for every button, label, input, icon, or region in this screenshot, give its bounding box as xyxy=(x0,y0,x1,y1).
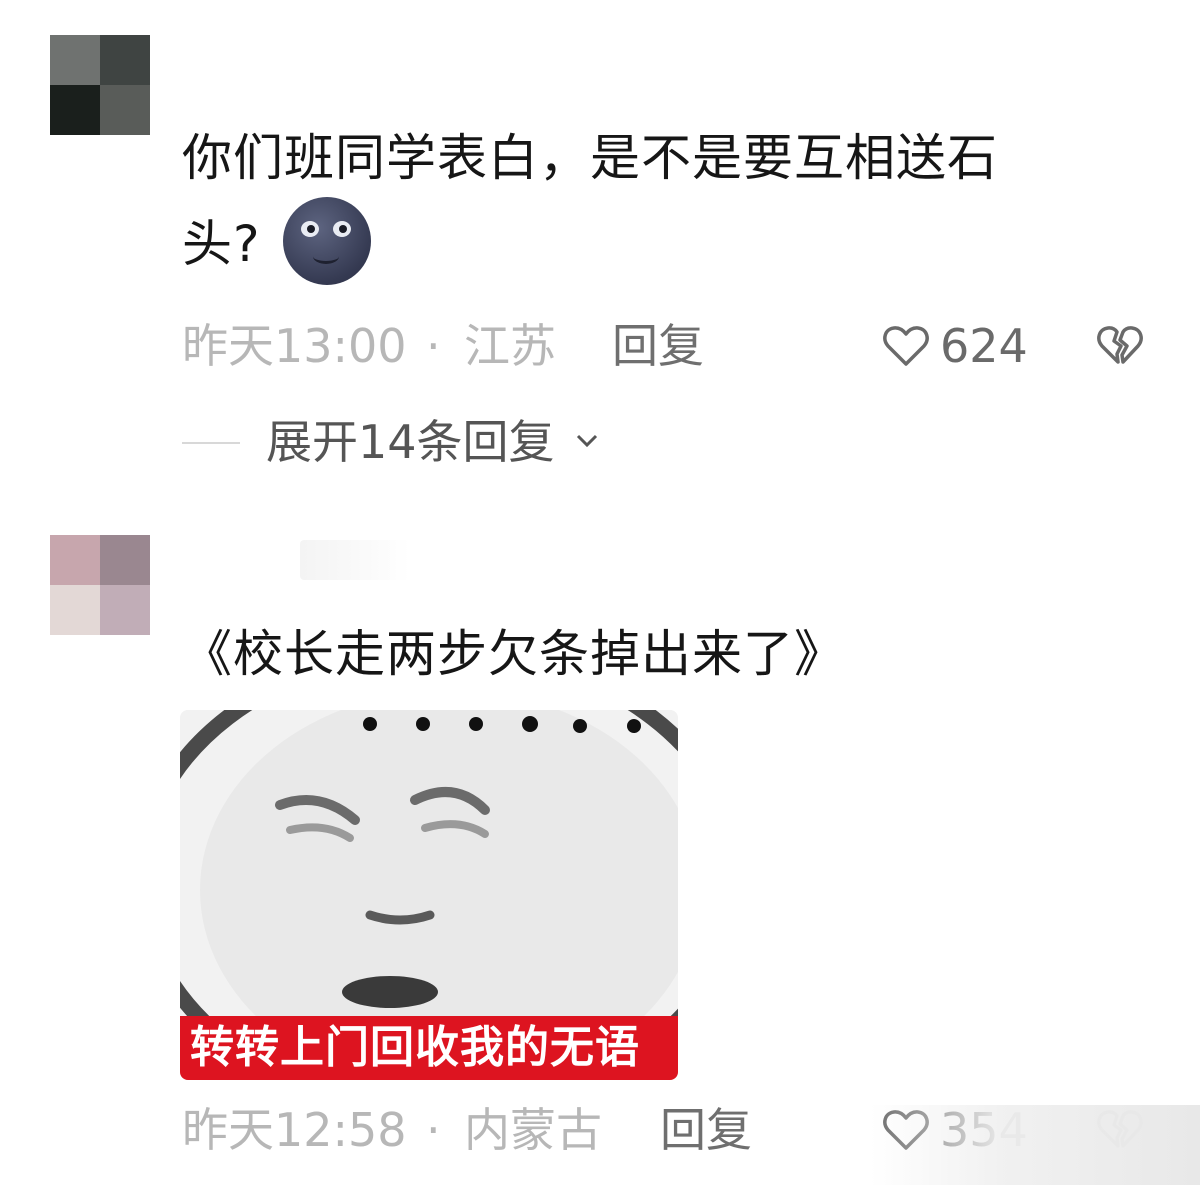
chevron-down-icon xyxy=(576,434,598,448)
avatar-cell xyxy=(50,585,100,635)
username-blurred[interactable] xyxy=(300,540,410,580)
comment-text-line: 《校长走两步欠条掉出来了》 xyxy=(182,625,845,683)
comment-text-tail: 头? xyxy=(182,215,261,273)
timestamp: 昨天13:00 xyxy=(182,319,407,373)
expand-replies-label: 展开14条回复 xyxy=(266,415,555,469)
comment-text-line: 头? xyxy=(182,196,1142,285)
separator-dot: · xyxy=(426,1103,441,1157)
moon-face-icon xyxy=(282,196,371,285)
comment-meta: 昨天13:00 · 江苏 回复 624 xyxy=(182,316,1162,376)
comment-text: 《校长走两步欠条掉出来了》 xyxy=(182,618,1142,690)
reply-button[interactable]: 回复 xyxy=(660,1100,752,1160)
broken-heart-icon[interactable] xyxy=(1096,324,1144,368)
like-count: 624 xyxy=(940,319,1028,373)
timestamp: 昨天12:58 xyxy=(182,1103,407,1157)
location: 内蒙古 xyxy=(464,1103,602,1157)
avatar-cell xyxy=(50,35,100,85)
divider xyxy=(182,442,240,444)
separator-dot: · xyxy=(426,319,441,373)
avatar-cell xyxy=(100,585,150,635)
reply-button[interactable]: 回复 xyxy=(612,316,704,376)
avatar-cell xyxy=(100,85,150,135)
expand-replies-button[interactable]: 展开14条回复 xyxy=(182,412,782,472)
comment-text-line: 你们班同学表白，是不是要互相送石 xyxy=(182,129,998,187)
avatar-cell xyxy=(100,35,150,85)
location: 江苏 xyxy=(464,319,556,373)
avatar[interactable] xyxy=(50,35,150,135)
meme-face-image xyxy=(180,710,678,1016)
avatar-cell xyxy=(50,85,100,135)
heart-icon[interactable] xyxy=(882,324,930,368)
avatar[interactable] xyxy=(50,535,150,635)
watermark-overlay xyxy=(870,1105,1200,1185)
avatar-cell xyxy=(50,535,100,585)
meme-image[interactable]: 转转上门回收我的无语 xyxy=(180,710,678,1080)
comment-text: 你们班同学表白，是不是要互相送石 头? xyxy=(182,122,1142,285)
meme-caption: 转转上门回收我的无语 xyxy=(180,1016,678,1080)
avatar-cell xyxy=(100,535,150,585)
